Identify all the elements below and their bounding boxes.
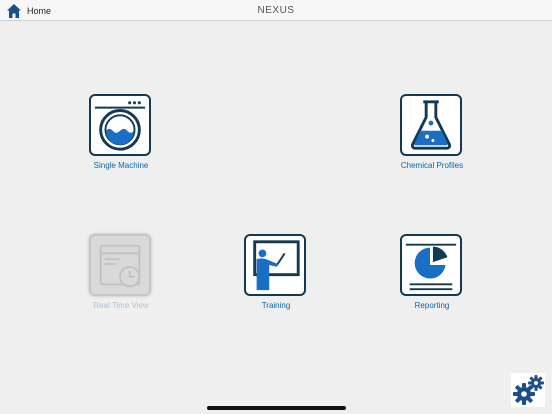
washing-machine-icon <box>94 101 146 151</box>
flask-icon <box>411 100 451 150</box>
tile-label: Reporting <box>414 301 450 310</box>
page-title: NEXUS <box>257 5 295 16</box>
home-indicator[interactable] <box>207 406 346 410</box>
presenter-board-icon <box>253 240 300 291</box>
gears-icon <box>513 375 544 405</box>
tile-label: Single Machine <box>93 161 149 170</box>
clock-window-icon <box>99 244 141 288</box>
top-bar: Home NEXUS <box>0 0 552 21</box>
tile-label: Real Time View <box>93 301 149 310</box>
settings-button[interactable] <box>511 373 545 407</box>
tile-label: Chemical Profiles <box>400 161 464 170</box>
tile-label: Training <box>261 301 291 310</box>
pie-chart-report-icon <box>405 243 457 291</box>
